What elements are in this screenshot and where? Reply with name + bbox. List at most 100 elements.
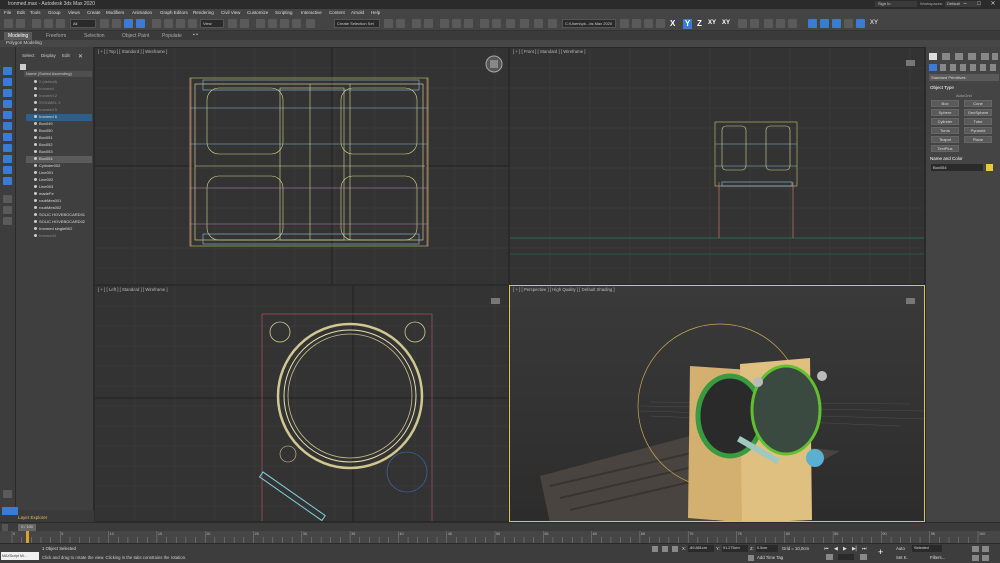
explorer-row[interactable]: Box051	[26, 135, 92, 142]
explorer-row[interactable]: Cylinder002	[26, 163, 92, 170]
explorer-row[interactable]: Box054	[26, 156, 92, 163]
project-path-dropdown[interactable]: C:\Users\pk...ds Max 2020	[562, 19, 616, 28]
current-frame-marker[interactable]	[26, 531, 29, 543]
snap-toggle-icon[interactable]	[750, 19, 759, 28]
visibility-icon[interactable]	[34, 213, 37, 217]
timeline-toggle-icon[interactable]	[2, 524, 8, 531]
time-config-icon[interactable]	[860, 554, 867, 560]
menu-interactive[interactable]: Interactive	[301, 10, 322, 15]
explorer-close-icon[interactable]: ✕	[78, 53, 83, 60]
polygon-modeling-label[interactable]: Polygon Modeling	[6, 40, 42, 45]
rect-selection-icon[interactable]	[124, 19, 133, 28]
render-iterative-icon[interactable]	[520, 19, 529, 28]
cameras-icon[interactable]	[960, 64, 966, 71]
add-key-icon[interactable]: +	[878, 547, 883, 557]
material-editor-icon[interactable]	[464, 19, 473, 28]
link-icon[interactable]	[32, 19, 41, 28]
geosphere-button[interactable]: GeoSphere	[964, 109, 992, 116]
visibility-icon[interactable]	[34, 108, 37, 112]
visibility-icon[interactable]	[34, 94, 37, 98]
move-icon[interactable]	[152, 19, 161, 28]
edge-snap-icon[interactable]	[820, 19, 829, 28]
next-frame-icon[interactable]: ▶▏	[852, 546, 860, 552]
lock-selection-icon[interactable]	[662, 546, 668, 552]
mirror-icon[interactable]	[384, 19, 393, 28]
menu-graph-editors[interactable]: Graph Editors	[160, 10, 188, 15]
explorer-row[interactable]: SOLIC HOVEBOCARD02	[26, 219, 92, 226]
geometry-filter-icon[interactable]	[3, 89, 12, 97]
undo-icon[interactable]	[4, 19, 13, 28]
create-tab-icon[interactable]	[929, 53, 937, 60]
groups-filter-icon[interactable]	[3, 155, 12, 163]
cylinder-button[interactable]: Cylinder	[931, 118, 959, 125]
auto-key-button[interactable]: Auto	[896, 546, 905, 551]
visibility-icon[interactable]	[34, 171, 37, 175]
menu-edit[interactable]: Edit	[17, 10, 25, 15]
visibility-icon[interactable]	[34, 150, 37, 154]
scale-icon[interactable]	[176, 19, 185, 28]
explorer-row[interactable]: Box053	[26, 149, 92, 156]
visibility-icon[interactable]	[34, 199, 37, 203]
vertex-snap-icon[interactable]	[808, 19, 817, 28]
maxscript-listener[interactable]: MAXScript Mi...	[1, 552, 39, 560]
edge-icon[interactable]	[776, 19, 785, 28]
menu-help[interactable]: Help	[371, 10, 380, 15]
torus-button[interactable]: Torus	[931, 127, 959, 134]
explorer-row[interactable]: Box050	[26, 128, 92, 135]
explorer-row[interactable]: SOLIC HOVEBOCARD01	[26, 212, 92, 219]
tube-button[interactable]: Tube	[964, 118, 992, 125]
zoom-icon[interactable]	[972, 546, 979, 552]
explorer-row[interactable]: roubMes002	[26, 205, 92, 212]
axis-xy-plane-button[interactable]: XY	[722, 20, 730, 26]
reference-coord-dropdown[interactable]: View	[200, 19, 224, 28]
menu-file[interactable]: File	[4, 10, 11, 15]
object-color-swatch[interactable]	[986, 164, 993, 171]
edit-named-selection-icon[interactable]	[306, 19, 315, 28]
find-icon[interactable]	[3, 206, 12, 214]
visibility-icon[interactable]	[34, 234, 37, 238]
menu-rendering[interactable]: Rendering	[193, 10, 214, 15]
selection-filter-dropdown[interactable]: All	[70, 19, 96, 28]
systems-icon[interactable]	[990, 64, 996, 71]
redo-icon[interactable]	[16, 19, 25, 28]
time-tag-icon[interactable]	[748, 555, 754, 561]
lights-filter-icon[interactable]	[3, 111, 12, 119]
hierarchy-icon[interactable]	[3, 217, 12, 225]
face-snap-icon[interactable]	[832, 19, 841, 28]
menu-customize[interactable]: Customize	[247, 10, 268, 15]
face-icon[interactable]	[788, 19, 797, 28]
shapes-icon[interactable]	[940, 64, 946, 71]
name-color-header[interactable]: Name and Color	[930, 156, 963, 161]
visibility-icon[interactable]	[34, 164, 37, 168]
menu-group[interactable]: Group	[48, 10, 61, 15]
menu-scripting[interactable]: Scripting	[275, 10, 293, 15]
tab-modeling[interactable]: Modeling	[4, 32, 33, 40]
bind-spacewarp-icon[interactable]	[56, 19, 65, 28]
menu-views[interactable]: Views	[68, 10, 80, 15]
time-slider-thumb[interactable]: 0 / 100	[18, 524, 36, 531]
object-name-input[interactable]: Box054	[931, 164, 983, 171]
visibility-icon[interactable]	[34, 136, 37, 140]
play-icon[interactable]: ▶	[843, 546, 847, 552]
cameras-filter-icon[interactable]	[3, 122, 12, 130]
select-cursor-icon[interactable]	[856, 19, 865, 28]
motion-tab-icon[interactable]	[968, 53, 976, 60]
explorer-row[interactable]: 0 (default)	[26, 79, 92, 86]
rotate-icon[interactable]	[164, 19, 173, 28]
visibility-icon[interactable]	[34, 227, 37, 231]
spacewarps-icon[interactable]	[980, 64, 986, 71]
scene-explorer-icon[interactable]	[424, 19, 433, 28]
tab-selection[interactable]: Selection	[80, 32, 109, 40]
viewport-left[interactable]: [ + ] [ Left ] [ Standard ] [ Wireframe …	[94, 285, 509, 522]
spacewarps-filter-icon[interactable]	[3, 144, 12, 152]
pyramid-button[interactable]: Pyramid	[964, 127, 992, 134]
save-as-icon[interactable]	[644, 19, 653, 28]
axis-y-button[interactable]: Y	[683, 19, 692, 29]
tab-populate[interactable]: Populate	[158, 32, 186, 40]
viewport-front[interactable]: [ + ] [ Front ] [ Standard ] [ Wireframe…	[509, 47, 925, 285]
key-filter-dropdown[interactable]: Selected	[912, 545, 942, 552]
viewport-perspective[interactable]: [ + ] [ Perspective ] [ High Quality ] […	[509, 285, 925, 522]
explorer-pin-icon[interactable]	[20, 64, 26, 70]
visibility-icon[interactable]	[34, 122, 37, 126]
menu-animation[interactable]: Animation	[132, 10, 152, 15]
